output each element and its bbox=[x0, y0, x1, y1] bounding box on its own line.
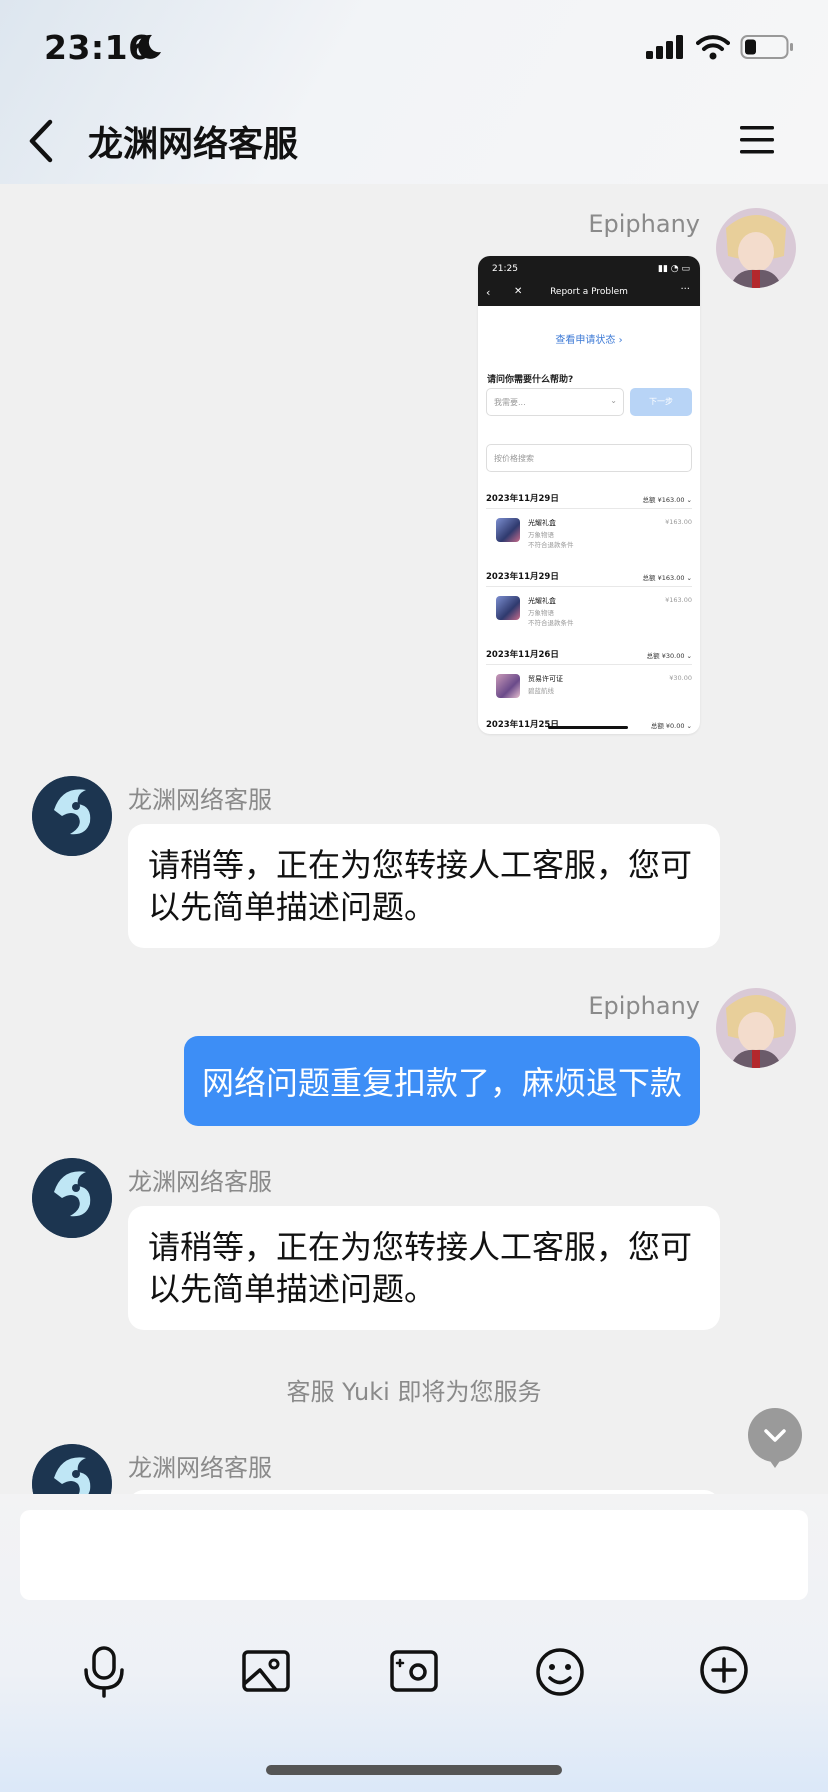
chevron-down-icon bbox=[764, 1429, 786, 1442]
signal-icon bbox=[646, 35, 683, 59]
emoji-icon[interactable] bbox=[530, 1640, 590, 1700]
screenshot-select-chevron-icon: ⌄ bbox=[610, 396, 617, 405]
screenshot-header: 21:25 ▮▮ ◔ ▭ ‹ ✕ Report a Problem ··· bbox=[478, 256, 700, 306]
status-icons bbox=[646, 34, 794, 60]
screenshot-time: 21:25 bbox=[492, 264, 518, 274]
bot-avatar[interactable] bbox=[32, 776, 112, 856]
screenshot-home-indicator bbox=[548, 726, 628, 729]
user-avatar-image bbox=[716, 988, 796, 1068]
sender-name: Epiphany bbox=[588, 992, 700, 1020]
screenshot-order-total: 总额 ¥30.00 ⌄ bbox=[646, 652, 692, 660]
screenshot-more-icon: ··· bbox=[680, 284, 690, 295]
bot-avatar[interactable] bbox=[32, 1444, 112, 1494]
screenshot-order-date: 2023年11月29日 bbox=[486, 494, 559, 504]
screenshot-order-total: 总额 ¥163.00 ⌄ bbox=[642, 574, 692, 582]
screenshot-order-thumbnail bbox=[496, 518, 520, 542]
shared-screenshot-image[interactable]: 21:25 ▮▮ ◔ ▭ ‹ ✕ Report a Problem ··· 查看… bbox=[478, 256, 700, 734]
screenshot-order-sub: 不符合退款条件 bbox=[528, 619, 574, 627]
sender-name: 龙渊网络客服 bbox=[128, 1454, 272, 1482]
screenshot-status-icons: ▮▮ ◔ ▭ bbox=[658, 264, 690, 274]
screenshot-select: 我需要... ⌄ bbox=[486, 388, 624, 416]
message-bubble-own: 网络问题重复扣款了，麻烦退下款 bbox=[183, 1036, 700, 1126]
bot-avatar[interactable] bbox=[32, 1158, 112, 1238]
screenshot-order-sub: 万象物语 bbox=[528, 531, 554, 539]
screenshot-title: Report a Problem bbox=[550, 287, 628, 297]
screenshot-select-text: 我需要... bbox=[494, 398, 526, 407]
sender-name: Epiphany bbox=[588, 210, 700, 238]
user-avatar-image bbox=[716, 208, 796, 288]
screenshot-order-thumbnail bbox=[496, 596, 520, 620]
wifi-icon bbox=[696, 35, 730, 60]
screenshot-search-text: 按价格搜索 bbox=[494, 454, 534, 463]
battery-icon bbox=[740, 35, 793, 59]
sender-name: 龙渊网络客服 bbox=[128, 786, 272, 814]
screenshot-order-name: 光耀礼盒 bbox=[528, 597, 556, 605]
photo-camera-icon[interactable] bbox=[384, 1640, 444, 1700]
sender-name: 龙渊网络客服 bbox=[128, 1168, 272, 1196]
avatar[interactable] bbox=[716, 988, 796, 1068]
system-message: 客服 Yuki 即将为您服务 bbox=[286, 1378, 542, 1406]
partial-message-clip: 龙渊网络客服 bbox=[0, 1440, 828, 1494]
plus-circle-icon[interactable] bbox=[694, 1640, 754, 1700]
screenshot-order-total: 总额 ¥163.00 ⌄ bbox=[642, 496, 692, 504]
screenshot-order-date: 2023年11月29日 bbox=[486, 572, 559, 582]
microphone-icon[interactable] bbox=[74, 1640, 134, 1700]
dragon-logo-icon bbox=[32, 1444, 112, 1494]
screenshot-order-name: 贸易许可证 bbox=[528, 675, 563, 683]
message-input[interactable] bbox=[20, 1510, 808, 1600]
dragon-logo-icon bbox=[32, 1158, 112, 1238]
screenshot-order-total: 总额 ¥0.00 ⌄ bbox=[650, 722, 692, 730]
screenshot-next-button: 下一步 bbox=[630, 388, 692, 416]
back-chevron-icon[interactable] bbox=[24, 116, 64, 166]
screenshot-order-price: ¥163.00 bbox=[665, 596, 692, 604]
screenshot-order-thumbnail bbox=[496, 674, 520, 698]
screenshot-next-label: 下一步 bbox=[649, 397, 673, 406]
screenshot-status-link: 查看申请状态 › bbox=[555, 335, 623, 346]
screenshot-search: 按价格搜索 bbox=[486, 444, 692, 472]
message-bubble: 请稍等，正在为您转接人工客服，您可以先简单描述问题。 bbox=[128, 824, 720, 948]
page-title: 龙渊网络客服 bbox=[88, 125, 299, 165]
screenshot-order-sub: 不符合退款条件 bbox=[528, 541, 574, 549]
message-bubble: 请稍等，正在为您转接人工客服，您可以先简单描述问题。 bbox=[128, 1206, 720, 1330]
screenshot-order-price: ¥30.00 bbox=[669, 674, 692, 682]
avatar[interactable] bbox=[716, 208, 796, 288]
screenshot-order-price: ¥163.00 bbox=[665, 518, 692, 526]
screenshot-order-name: 光耀礼盒 bbox=[528, 519, 556, 527]
scroll-to-bottom-button[interactable] bbox=[748, 1408, 802, 1462]
screenshot-order-sub: 万象物语 bbox=[528, 609, 554, 617]
dragon-logo-icon bbox=[32, 776, 112, 856]
image-icon[interactable] bbox=[236, 1640, 296, 1700]
screenshot-order-date: 2023年11月26日 bbox=[486, 650, 559, 660]
screenshot-order-sub: 碧蓝航线 bbox=[528, 687, 554, 695]
moon-icon bbox=[138, 34, 161, 59]
screenshot-question: 请问你需要什么帮助? bbox=[487, 375, 574, 385]
hamburger-menu-icon[interactable] bbox=[738, 124, 776, 156]
home-indicator bbox=[266, 1765, 562, 1775]
